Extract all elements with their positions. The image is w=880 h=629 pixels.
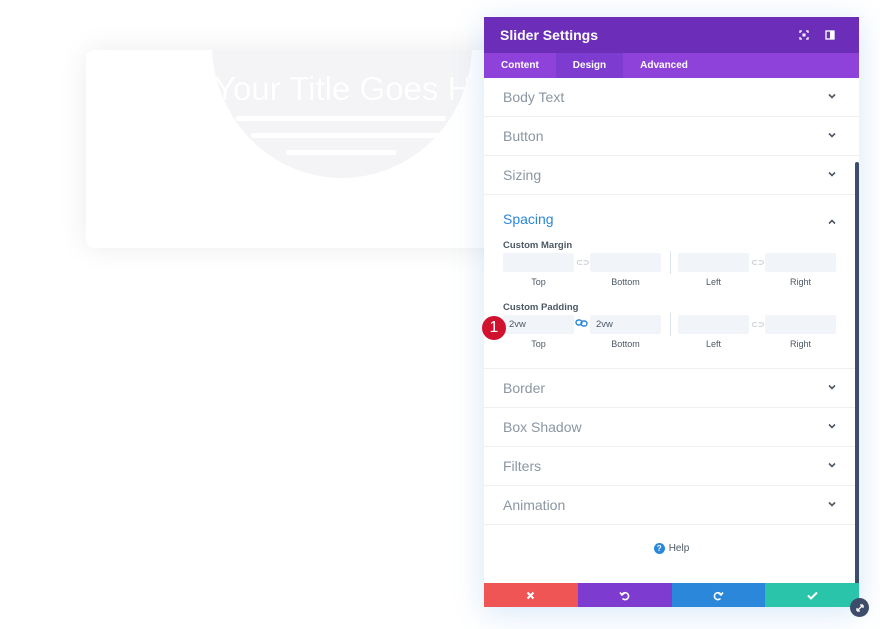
builder-canvas: Your Title Goes Here Slider Settings Con… bbox=[0, 0, 880, 629]
toggle-animation[interactable]: Animation bbox=[484, 486, 859, 525]
expand-icon[interactable] bbox=[791, 22, 817, 48]
toggle-sizing[interactable]: Sizing bbox=[484, 156, 859, 195]
toggle-filters[interactable]: Filters bbox=[484, 447, 859, 486]
slider-settings-panel: Slider Settings Content Design Advanced … bbox=[484, 17, 859, 607]
chevron-up-icon[interactable] bbox=[827, 217, 837, 227]
link-icon[interactable]: ⊂⊃ bbox=[751, 258, 764, 267]
link-icon[interactable]: ⊂⊃ bbox=[751, 320, 764, 329]
scrollbar[interactable] bbox=[855, 162, 859, 583]
padding-top-label: Top bbox=[531, 339, 546, 349]
toggle-button[interactable]: Button bbox=[484, 117, 859, 156]
slide-title: Your Title Goes Here bbox=[214, 70, 506, 107]
panel-title: Slider Settings bbox=[500, 27, 599, 43]
resize-handle[interactable] bbox=[850, 598, 869, 617]
slide-text-line bbox=[286, 150, 396, 155]
toggle-title: Body Text bbox=[503, 89, 565, 105]
close-icon bbox=[527, 591, 535, 599]
help-link[interactable]: ? Help bbox=[484, 543, 859, 554]
redo-button[interactable] bbox=[671, 583, 766, 607]
resize-icon bbox=[855, 603, 864, 612]
chevron-down-icon bbox=[828, 423, 836, 429]
margin-top-input[interactable] bbox=[503, 253, 574, 272]
toggle-box-shadow[interactable]: Box Shadow bbox=[484, 408, 859, 447]
toggle-spacing-open: Spacing Custom Margin ⊂⊃ ⊂⊃ Top Bottom L… bbox=[484, 195, 859, 369]
slider-preview: Your Title Goes Here bbox=[86, 50, 506, 248]
toggle-title: Animation bbox=[503, 497, 566, 513]
toggle-border[interactable]: Border bbox=[484, 369, 859, 408]
chevron-down-icon bbox=[828, 462, 836, 468]
save-button[interactable] bbox=[765, 583, 859, 607]
sidebar-toggle-icon[interactable] bbox=[817, 22, 843, 48]
chevron-down-icon bbox=[828, 501, 836, 507]
toggle-title: Border bbox=[503, 380, 546, 396]
cancel-button[interactable] bbox=[484, 583, 578, 607]
tab-content[interactable]: Content bbox=[484, 53, 556, 78]
divider bbox=[670, 251, 671, 274]
padding-right-label: Right bbox=[789, 339, 811, 349]
custom-margin-label: Custom Margin bbox=[503, 240, 573, 251]
help-label: Help bbox=[668, 543, 690, 554]
chevron-down-icon bbox=[828, 132, 836, 138]
padding-bottom-input[interactable] bbox=[590, 315, 661, 334]
padding-bottom-label: Bottom bbox=[611, 339, 640, 349]
toggle-title: Filters bbox=[503, 458, 542, 474]
tab-advanced[interactable]: Advanced bbox=[623, 53, 705, 78]
chevron-down-icon bbox=[828, 384, 836, 390]
custom-padding-label: Custom Padding bbox=[503, 302, 579, 313]
check-icon bbox=[806, 591, 818, 600]
link-active-icon[interactable] bbox=[575, 316, 588, 334]
margin-bottom-label: Bottom bbox=[611, 277, 640, 287]
margin-left-input[interactable] bbox=[678, 253, 749, 272]
help-icon: ? bbox=[653, 543, 665, 554]
undo-button[interactable] bbox=[577, 583, 672, 607]
divider bbox=[670, 313, 671, 336]
margin-top-label: Top bbox=[531, 277, 546, 287]
undo-icon bbox=[619, 591, 630, 600]
redo-icon bbox=[713, 591, 724, 600]
toggle-title: Sizing bbox=[503, 167, 542, 183]
step-marker: 1 bbox=[482, 316, 506, 340]
panel-header[interactable]: Slider Settings bbox=[484, 17, 859, 53]
padding-left-input[interactable] bbox=[678, 315, 749, 334]
padding-left-label: Left bbox=[705, 339, 721, 349]
spacing-title[interactable]: Spacing bbox=[503, 211, 554, 227]
toggle-body-text[interactable]: Body Text bbox=[484, 78, 859, 117]
tab-bar: Content Design Advanced bbox=[484, 53, 859, 78]
link-icon[interactable]: ⊂⊃ bbox=[576, 258, 589, 267]
margin-bottom-input[interactable] bbox=[590, 253, 661, 272]
padding-top-input[interactable] bbox=[503, 315, 574, 334]
toggle-title: Box Shadow bbox=[503, 419, 582, 435]
padding-right-input[interactable] bbox=[765, 315, 836, 334]
panel-body: Body Text Button Sizing Spacing Custom M… bbox=[484, 78, 859, 583]
toggle-title: Button bbox=[503, 128, 544, 144]
chevron-down-icon bbox=[828, 93, 836, 99]
margin-left-label: Left bbox=[705, 277, 721, 287]
margin-right-input[interactable] bbox=[765, 253, 836, 272]
margin-right-label: Right bbox=[789, 277, 811, 287]
chevron-down-icon bbox=[828, 171, 836, 177]
slide-text-line bbox=[251, 133, 446, 138]
panel-footer bbox=[484, 583, 859, 607]
slide-text-line bbox=[236, 116, 446, 121]
tab-design[interactable]: Design bbox=[555, 53, 624, 78]
